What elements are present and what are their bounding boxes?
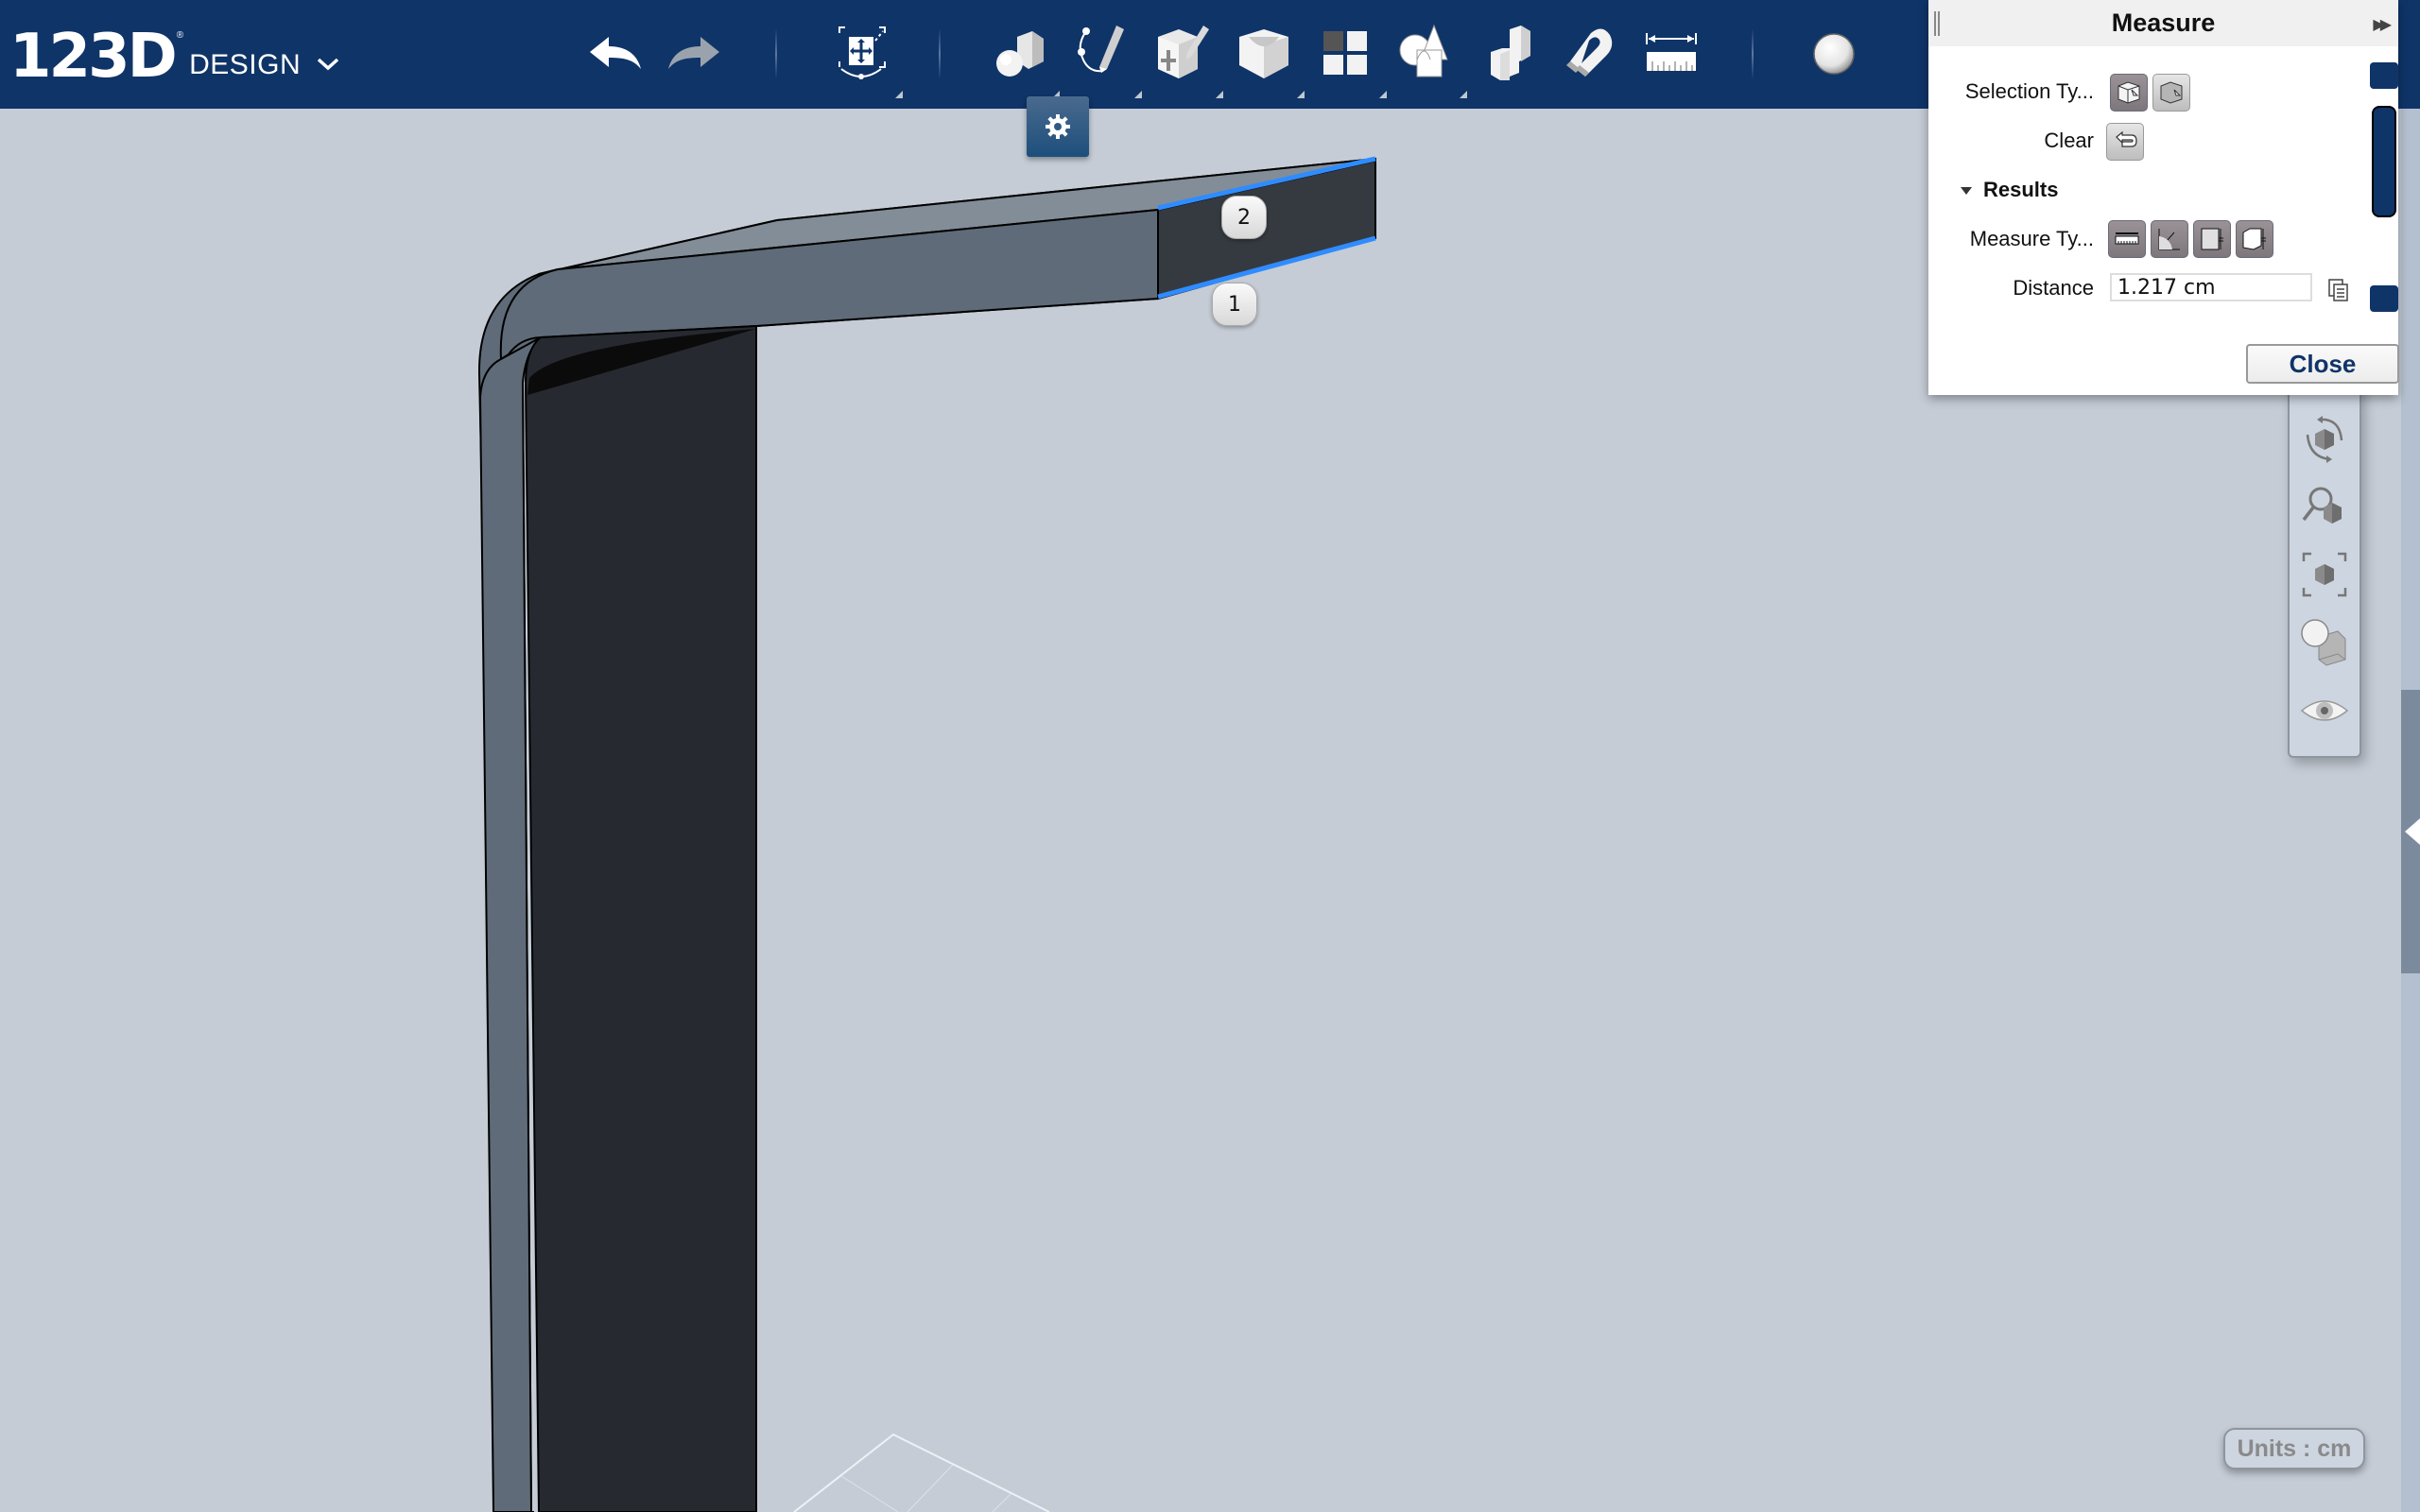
scrollbar-thumb[interactable]: [2372, 106, 2396, 217]
selection-type-solid-button[interactable]: [2110, 74, 2148, 112]
edge-marker-1[interactable]: 1: [1212, 283, 1257, 326]
zoom-button[interactable]: [2297, 479, 2352, 534]
fit-view-icon: [2302, 552, 2347, 597]
volume-icon: [2242, 228, 2266, 250]
measure-panel: Measure ▶▶ Selection Ty... Clear Results…: [1928, 0, 2398, 395]
ruler-icon: [2115, 232, 2139, 245]
results-label: Results: [1983, 178, 2059, 201]
eye-icon: [2300, 700, 2349, 721]
area-icon: [2201, 228, 2223, 250]
measure-type-area-button[interactable]: [2193, 220, 2231, 258]
fit-view-button[interactable]: [2297, 547, 2352, 602]
navigation-bar: [2288, 364, 2361, 758]
orbit-button[interactable]: [2297, 411, 2352, 466]
clear-return-icon: [2116, 130, 2137, 147]
ground-grid: [793, 1433, 1050, 1512]
collapse-panel-icon[interactable]: ▶▶: [2373, 15, 2391, 34]
panel-title: Measure: [2111, 9, 2216, 37]
scrollbar-down[interactable]: [2370, 285, 2398, 312]
material-shading-icon: [2301, 619, 2346, 666]
selection-type-label: Selection Ty...: [1964, 79, 2094, 103]
close-button[interactable]: Close: [2246, 344, 2399, 384]
orbit-icon: [2306, 416, 2343, 463]
model-inner-face: [524, 324, 757, 1512]
cube-select-icon: [2118, 81, 2140, 104]
zoom-icon: [2302, 487, 2342, 524]
clear-label: Clear: [2044, 129, 2094, 152]
units-badge[interactable]: Units : cm: [2223, 1428, 2365, 1469]
measure-type-volume-button[interactable]: [2236, 220, 2273, 258]
copy-button[interactable]: [2327, 278, 2350, 302]
measure-type-distance-button[interactable]: [2108, 220, 2146, 258]
scrollbar-up[interactable]: [2370, 62, 2398, 89]
face-select-icon: [2160, 81, 2183, 104]
edge-marker-2[interactable]: 2: [1221, 196, 1267, 239]
triangle-down-icon: [1961, 187, 1972, 196]
copy-icon: [2328, 279, 2348, 301]
selection-type-face-button[interactable]: [2152, 74, 2190, 112]
visibility-button[interactable]: [2297, 683, 2352, 738]
chevron-left-icon: [2405, 818, 2420, 845]
measure-type-angle-button[interactable]: [2151, 220, 2188, 258]
material-shading-button[interactable]: [2297, 615, 2352, 670]
clear-button[interactable]: [2106, 123, 2144, 161]
side-panel-toggle[interactable]: [2401, 690, 2420, 973]
measure-type-label: Measure Ty...: [1969, 227, 2094, 250]
results-section-toggle[interactable]: Results: [1961, 178, 2058, 202]
distance-label: Distance: [2013, 276, 2094, 300]
distance-field[interactable]: [2110, 273, 2312, 301]
angle-icon: [2158, 229, 2180, 250]
panel-header: Measure ▶▶: [1928, 0, 2398, 46]
